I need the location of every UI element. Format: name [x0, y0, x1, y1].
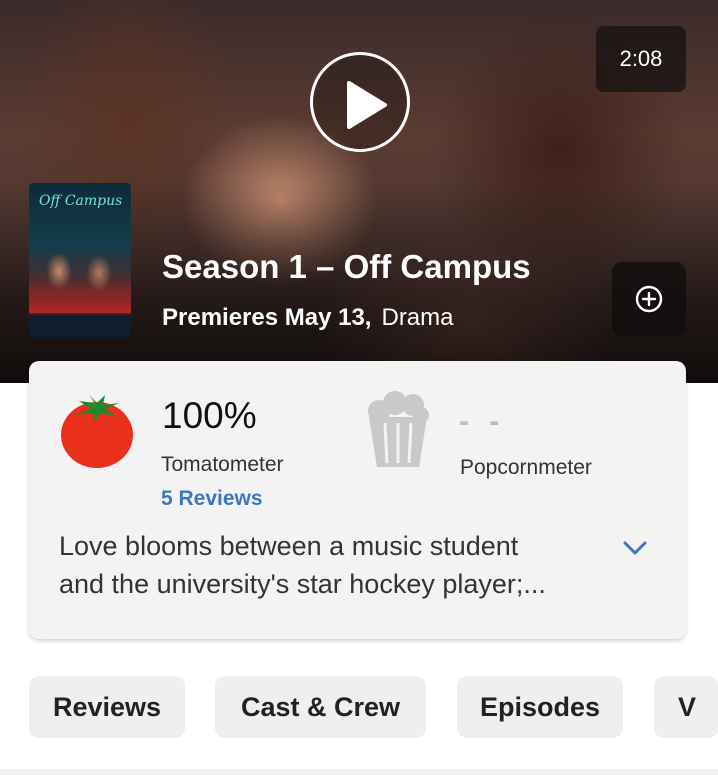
- play-icon: [347, 81, 387, 129]
- tab-videos[interactable]: V: [654, 676, 718, 738]
- page-title: Season 1 – Off Campus: [162, 248, 531, 285]
- poster-artwork: [29, 243, 131, 313]
- section-tabs: Reviews Cast & Crew Episodes V: [0, 676, 718, 738]
- popcorn-icon: [368, 391, 429, 467]
- poster-title-art: Off Campus: [39, 193, 123, 209]
- video-duration: 2:08: [596, 26, 686, 92]
- plus-circle-icon: [635, 285, 663, 313]
- synopsis-line: Love blooms between a music student: [59, 531, 519, 561]
- premiere-date: Premieres May 13,: [162, 304, 372, 331]
- popcornmeter-score: - -: [459, 405, 506, 438]
- genre-label: Drama: [381, 304, 454, 331]
- season-poster[interactable]: Off Campus: [29, 183, 131, 337]
- popcornmeter-label: Popcornmeter: [460, 456, 592, 479]
- reviews-count-link[interactable]: 5 Reviews: [161, 487, 263, 511]
- tomato-icon: [61, 395, 133, 468]
- poster-footer: [29, 315, 131, 337]
- hero-video[interactable]: 2:08 Off Campus Season 1 – Off Campus Pr…: [0, 0, 718, 383]
- chevron-down-icon[interactable]: [622, 539, 648, 557]
- tomatometer-score: 100%: [162, 395, 257, 436]
- synopsis-line: and the university's star hockey player;…: [59, 569, 546, 599]
- score-card: 100% Tomatometer 5 Reviews - - Popcornme…: [29, 361, 686, 639]
- tab-reviews[interactable]: Reviews: [29, 676, 185, 738]
- tomatometer-label: Tomatometer: [161, 453, 284, 476]
- synopsis[interactable]: Love blooms between a music student and …: [59, 527, 579, 603]
- add-to-watchlist-button[interactable]: [612, 262, 686, 336]
- tab-cast-crew[interactable]: Cast & Crew: [215, 676, 426, 738]
- play-button[interactable]: [310, 52, 410, 152]
- divider: [0, 769, 718, 775]
- premiere-info: Premieres May 13, Drama: [162, 304, 454, 332]
- tab-episodes[interactable]: Episodes: [457, 676, 623, 738]
